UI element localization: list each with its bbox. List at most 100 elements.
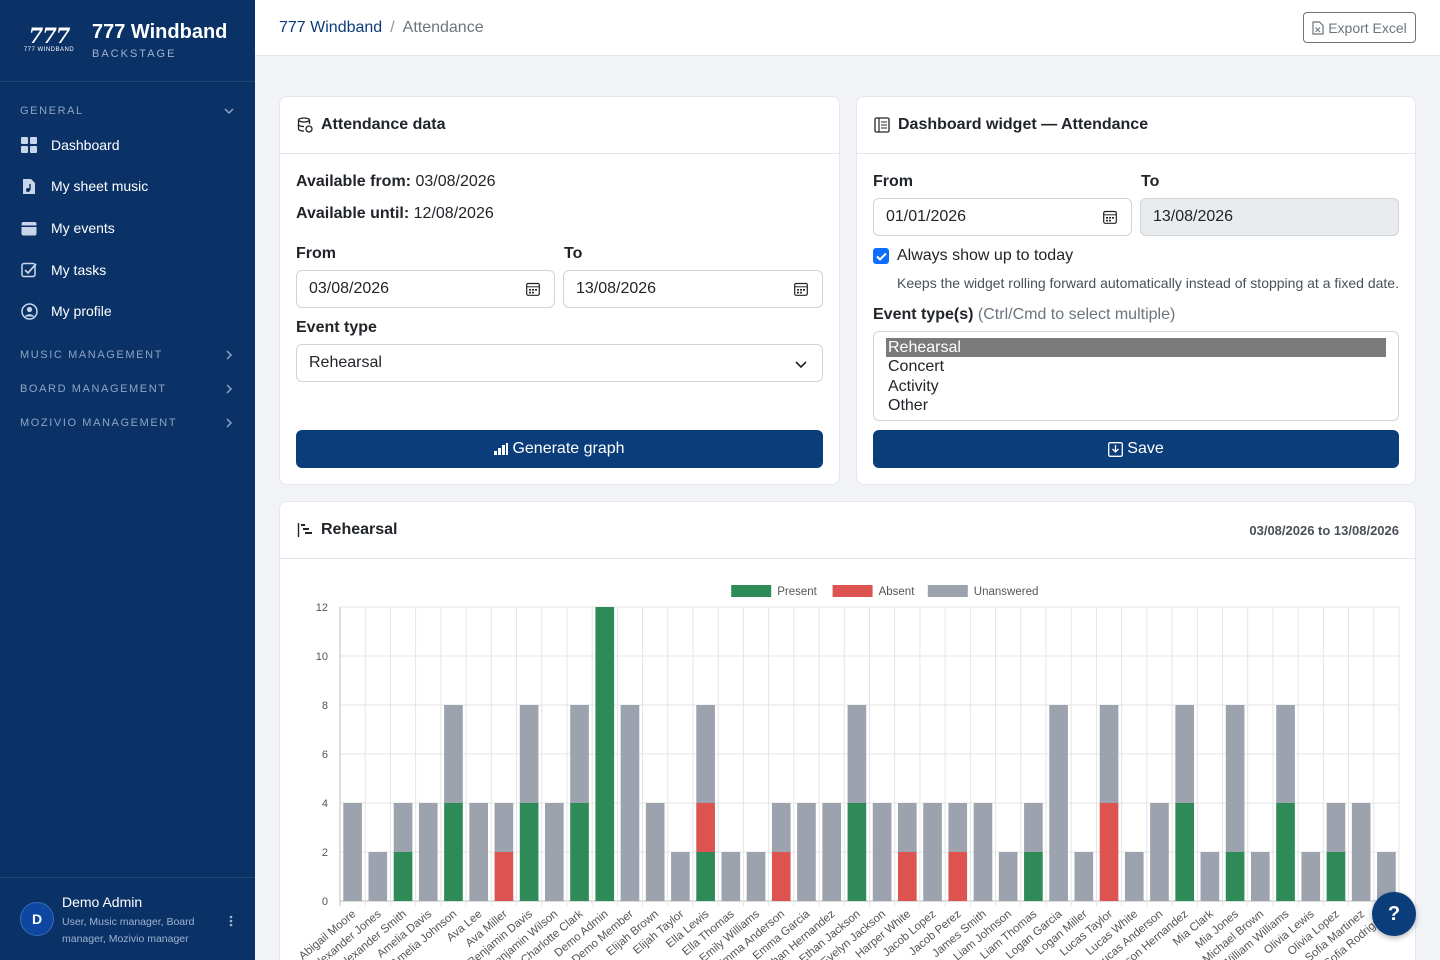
section-mozivio-management[interactable]: MOZIVIO MANAGEMENT <box>20 417 235 429</box>
y-tick-label: 4 <box>322 798 328 810</box>
from-date-value: 03/08/2026 <box>309 280 390 297</box>
y-tick-label: 10 <box>316 651 328 663</box>
section-music-management[interactable]: MUSIC MANAGEMENT <box>20 349 235 361</box>
bar-unanswered-24 <box>948 803 968 852</box>
widget-from-date-value: 01/01/2026 <box>886 208 967 225</box>
bar-unanswered-20 <box>847 705 867 803</box>
bar-present-20 <box>847 803 867 901</box>
dashboard-widget-title: Dashboard widget — Attendance <box>898 116 1149 133</box>
bar-unanswered-34 <box>1200 852 1220 901</box>
bar-unanswered-31 <box>1124 852 1144 901</box>
bar-unanswered-0 <box>343 803 362 901</box>
event-type-option[interactable]: Rehearsal <box>886 338 1386 358</box>
bar-present-4 <box>444 803 463 901</box>
brand[interactable]: 777 777 WINDBAND 777 Windband BACKSTAGE <box>0 0 255 82</box>
bar-present-37 <box>1276 803 1295 901</box>
sidebar-item-events[interactable]: My events <box>20 213 243 243</box>
event-type-option[interactable]: Other <box>886 396 1386 415</box>
bar-unanswered-28 <box>1049 705 1068 901</box>
legend-label: Unanswered <box>974 586 1039 598</box>
widget-from-date-input[interactable]: 01/01/2026 <box>873 198 1132 236</box>
sidebar-item-label: My events <box>51 220 115 236</box>
chart-area: 0 2 4 6 8 10 12 Abigail Moore Alexander Jones Ale… <box>280 559 1415 960</box>
section-label: BOARD MANAGEMENT <box>20 383 167 395</box>
save-icon <box>1108 441 1124 457</box>
to-date-input[interactable]: 13/08/2026 <box>563 270 823 308</box>
attendance-data-title: Attendance data <box>321 116 446 133</box>
event-types-label: Event type(s) (Ctrl/Cmd to select multip… <box>873 306 1175 324</box>
bar-present-9 <box>570 803 589 901</box>
sidebar-item-profile[interactable]: My profile <box>20 296 243 326</box>
legend-label: Absent <box>879 586 916 598</box>
sidebar-item-dashboard[interactable]: Dashboard <box>20 130 243 160</box>
event-type-value: Rehearsal <box>309 354 382 371</box>
user-roles: User, Music manager, Board manager, Mozi… <box>62 916 195 945</box>
event-type-option[interactable]: Concert <box>886 357 1386 376</box>
bar-unanswered-18 <box>797 803 816 901</box>
bar-unanswered-15 <box>721 852 741 901</box>
generate-graph-button[interactable]: Generate graph <box>296 430 823 468</box>
sidebar-item-label: My sheet music <box>51 178 149 194</box>
bar-unanswered-23 <box>923 803 942 901</box>
event-types-listbox[interactable]: Rehearsal Concert Activity Other <box>873 331 1399 421</box>
bar-unanswered-25 <box>973 803 993 901</box>
bar-present-27 <box>1024 852 1043 901</box>
section-board-management[interactable]: BOARD MANAGEMENT <box>20 383 235 395</box>
to-date-value: 13/08/2026 <box>576 280 657 297</box>
bar-chart-steps-icon <box>296 521 314 539</box>
available-from: Available from: 03/08/2026 <box>296 173 496 191</box>
breadcrumb: 777 Windband / Attendance <box>279 19 484 37</box>
event-type-option[interactable]: Activity <box>886 377 1386 396</box>
check-square-icon <box>20 261 38 279</box>
user-box[interactable]: D Demo Admin User, Music manager, Board … <box>0 877 255 960</box>
sidebar-item-sheet-music[interactable]: My sheet music <box>20 171 243 201</box>
calendar-icon[interactable] <box>794 282 808 296</box>
bar-unanswered-7 <box>519 705 539 803</box>
rehearsal-chart-header: Rehearsal 03/08/2026 to 13/08/2026 <box>280 502 1415 559</box>
available-until-value: 12/08/2026 <box>413 205 494 222</box>
calendar-icon[interactable] <box>1103 210 1117 224</box>
bar-unanswered-32 <box>1150 803 1169 901</box>
save-label: Save <box>1127 440 1164 457</box>
breadcrumb-parent-link[interactable]: 777 Windband <box>279 19 382 37</box>
legend-swatch-unanswered <box>927 585 968 597</box>
chevron-right-icon <box>226 350 233 360</box>
available-until: Available until: 12/08/2026 <box>296 205 494 223</box>
bar-unanswered-36 <box>1250 852 1270 901</box>
bar-unanswered-38 <box>1301 852 1321 901</box>
topbar: 777 Windband / Attendance Export Excel <box>255 0 1440 56</box>
export-excel-button[interactable]: Export Excel <box>1303 12 1416 43</box>
attendance-data-header: Attendance data <box>280 97 839 154</box>
calendar-icon[interactable] <box>526 282 540 296</box>
bar-present-35 <box>1225 852 1245 901</box>
more-vertical-icon[interactable] <box>229 914 233 930</box>
help-button[interactable]: ? <box>1372 892 1416 936</box>
widget-to-date-input: 13/08/2026 <box>1140 198 1399 236</box>
save-button[interactable]: Save <box>873 430 1399 468</box>
always-show-label[interactable]: Always show up to today <box>897 247 1073 265</box>
widget-to-date-value: 13/08/2026 <box>1153 208 1234 225</box>
chevron-down-icon <box>795 361 807 369</box>
bar-present-39 <box>1326 852 1346 901</box>
bar-unanswered-6 <box>494 803 514 852</box>
from-date-input[interactable]: 03/08/2026 <box>296 270 555 308</box>
sheet-music-icon <box>20 177 38 195</box>
bar-absent-14 <box>696 803 715 852</box>
sidebar-item-tasks[interactable]: My tasks <box>20 255 243 285</box>
bar-absent-30 <box>1099 803 1119 901</box>
always-show-help: Keeps the widget rolling forward automat… <box>897 275 1399 291</box>
sidebar-item-label: My tasks <box>51 262 107 278</box>
bar-unanswered-40 <box>1351 803 1371 901</box>
bar-unanswered-39 <box>1326 803 1346 852</box>
section-general[interactable]: GENERAL <box>20 105 235 117</box>
always-show-checkbox[interactable] <box>873 248 889 264</box>
sidebar-item-label: My profile <box>51 303 112 319</box>
bar-unanswered-14 <box>696 705 715 803</box>
event-type-label: Event type <box>296 319 377 336</box>
bar-present-14 <box>696 852 715 901</box>
bar-unanswered-11 <box>620 705 640 901</box>
y-tick-label: 8 <box>322 700 328 712</box>
database-icon <box>296 116 314 134</box>
chevron-right-icon <box>226 418 233 428</box>
event-type-select[interactable]: Rehearsal <box>296 344 823 382</box>
